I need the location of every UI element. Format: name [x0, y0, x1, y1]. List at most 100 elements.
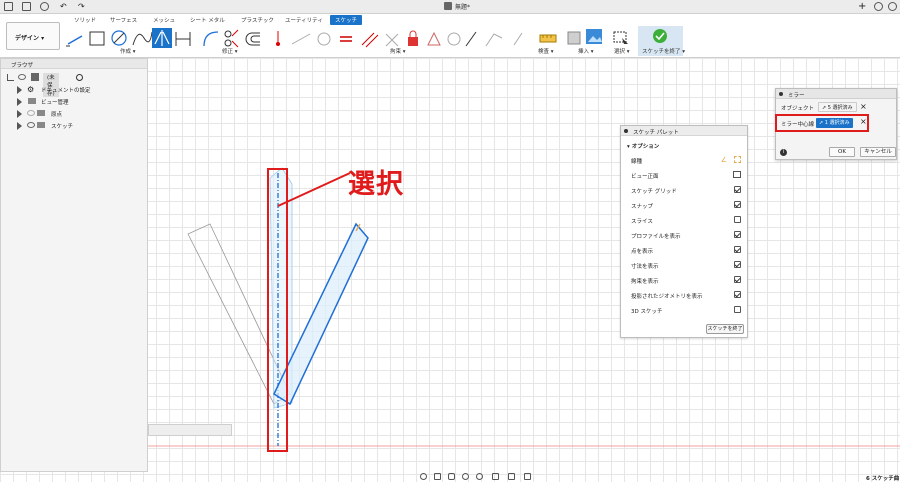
perpendicular-constraint-icon[interactable]	[385, 33, 399, 47]
symmetry-constraint-icon[interactable]	[465, 31, 477, 47]
viewports-icon[interactable]	[524, 473, 531, 480]
insert-image-icon[interactable]	[586, 29, 602, 44]
pin-icon[interactable]	[624, 129, 628, 133]
measure-tool-icon[interactable]	[539, 34, 557, 43]
smooth-constraint-icon[interactable]	[447, 32, 461, 46]
checkbox[interactable]	[734, 246, 741, 253]
ribbon-group-modify[interactable]: 修正 ▾	[222, 47, 238, 55]
notification-icon[interactable]	[888, 2, 897, 11]
palette-row-slice[interactable]: スライス	[629, 216, 741, 226]
tab-mesh[interactable]: メッシュ	[153, 16, 175, 24]
coincident-constraint-icon[interactable]	[276, 31, 280, 46]
palette-header[interactable]: スケッチ パレット	[621, 126, 747, 136]
offset-tool-icon[interactable]	[245, 32, 260, 46]
centerline-icon[interactable]	[734, 156, 741, 163]
palette-row-constraints[interactable]: 拘束を表示	[629, 276, 741, 286]
checkbox[interactable]	[734, 261, 741, 268]
app-menu-icon[interactable]	[4, 2, 13, 11]
checkbox[interactable]	[734, 216, 741, 223]
redo-icon[interactable]: ↷	[78, 2, 87, 11]
concentric-constraint-icon[interactable]	[317, 32, 331, 46]
checkbox[interactable]	[734, 231, 741, 238]
browser-item-document-settings[interactable]: ⚙ ドキュメントの設定	[1, 85, 149, 95]
save-icon[interactable]	[40, 2, 49, 11]
palette-row-projected[interactable]: 投影されたジオメトリを表示	[629, 291, 741, 301]
palette-row-3d-sketch[interactable]: 3D スケッチ	[629, 306, 741, 316]
rectangle-tool-icon[interactable]	[89, 31, 105, 46]
palette-row-look-at[interactable]: ビュー正面	[629, 171, 741, 181]
browser-item-sketches[interactable]: スケッチ	[1, 121, 149, 131]
mirror-objects-row[interactable]: オブジェクト ➚ 5 選択済み ×	[776, 102, 898, 114]
visibility-eye-icon[interactable]	[27, 122, 35, 128]
collinear-constraint-icon[interactable]	[291, 33, 311, 45]
tangent-constraint-icon[interactable]	[427, 31, 441, 46]
insert-mesh-icon[interactable]	[567, 31, 581, 45]
visibility-eye-icon[interactable]	[27, 110, 35, 116]
equal-constraint-icon[interactable]	[340, 36, 352, 42]
tab-utility[interactable]: ユーティリティ	[285, 16, 323, 24]
palette-row-snap[interactable]: スナップ	[629, 201, 741, 211]
collapse-icon[interactable]	[7, 74, 14, 81]
palette-row-linetype[interactable]: 線種 ∠	[629, 156, 741, 166]
tab-surface[interactable]: サーフェス	[110, 16, 137, 24]
spline-tool-icon[interactable]	[132, 31, 153, 46]
orbit-icon[interactable]	[420, 473, 427, 480]
cancel-button[interactable]: キャンセル	[860, 147, 896, 157]
palette-row-dimensions[interactable]: 寸法を表示	[629, 261, 741, 271]
workspace-switcher[interactable]: デザイン ▾	[6, 22, 60, 50]
expand-icon[interactable]	[17, 122, 22, 130]
curvature-constraint-icon[interactable]	[513, 32, 523, 46]
trim-tool-icon[interactable]	[224, 29, 239, 48]
expand-icon[interactable]	[17, 110, 22, 118]
circle-tool-icon[interactable]	[111, 30, 127, 46]
browser-item-view-manager[interactable]: ビュー管理	[1, 97, 149, 107]
browser-panel[interactable]: ブラウザ (未保存) ⚙ ドキュメントの設定 ビュー管理 原点 スケッチ	[0, 58, 148, 472]
ribbon-group-constraints[interactable]: 拘束 ▾	[390, 47, 406, 55]
palette-finish-sketch-button[interactable]: スケッチを終了	[706, 324, 744, 334]
look-at-icon[interactable]	[733, 171, 741, 178]
tab-plastic[interactable]: プラスチック	[241, 16, 274, 24]
palette-row-points[interactable]: 点を表示	[629, 246, 741, 256]
display-settings-icon[interactable]	[492, 473, 499, 480]
checkbox[interactable]	[734, 291, 741, 298]
browser-item-origin[interactable]: 原点	[1, 109, 149, 119]
select-tool-icon[interactable]	[613, 31, 628, 44]
ok-button[interactable]: OK	[829, 147, 855, 157]
checkbox[interactable]	[734, 276, 741, 283]
fix-constraint-icon[interactable]	[408, 30, 418, 46]
mirror-header[interactable]: ミラー	[776, 89, 896, 99]
ribbon-group-create[interactable]: 作成 ▾	[120, 47, 136, 55]
ribbon-group-select[interactable]: 選択 ▾	[614, 47, 630, 55]
objects-selection[interactable]: ➚ 5 選択済み	[818, 102, 857, 112]
new-tab-icon[interactable]: +	[858, 1, 866, 12]
mirror-tool-icon[interactable]	[152, 28, 172, 48]
expand-icon[interactable]	[17, 86, 22, 94]
tab-sketch[interactable]: スケッチ	[330, 15, 363, 25]
online-status-icon[interactable]	[874, 2, 883, 11]
grid-settings-icon[interactable]	[508, 473, 515, 480]
file-icon[interactable]	[22, 2, 31, 11]
palette-options-section[interactable]: ▾ オプション	[627, 142, 659, 150]
pin-icon[interactable]	[779, 92, 783, 96]
fillet-tool-icon[interactable]	[203, 31, 219, 47]
visibility-eye-icon[interactable]	[18, 74, 26, 80]
checkbox[interactable]	[734, 201, 741, 208]
info-icon[interactable]: i	[780, 149, 787, 156]
checkbox[interactable]	[734, 306, 741, 313]
dimension-tool-icon[interactable]	[175, 32, 191, 46]
palette-row-grid[interactable]: スケッチ グリッド	[629, 186, 741, 196]
activate-icon[interactable]	[76, 74, 83, 81]
checkbox[interactable]	[734, 186, 741, 193]
finish-sketch-check-icon[interactable]	[653, 29, 667, 43]
sketch-palette[interactable]: スケッチ パレット ▾ オプション 線種 ∠ ビュー正面 スケッチ グリッド ス…	[620, 125, 748, 338]
tab-solid[interactable]: ソリッド	[74, 16, 96, 24]
ribbon-group-insert[interactable]: 挿入 ▾	[578, 47, 594, 55]
browser-header[interactable]: ブラウザ	[1, 59, 147, 69]
zoom-icon[interactable]	[462, 473, 469, 480]
line-tool-icon[interactable]	[66, 35, 83, 47]
tab-sheet-metal[interactable]: シート メタル	[190, 16, 225, 24]
midpoint-constraint-icon[interactable]	[485, 33, 503, 47]
pan-icon[interactable]	[448, 473, 455, 480]
fit-icon[interactable]	[476, 473, 483, 480]
clear-objects-icon[interactable]: ×	[860, 102, 867, 111]
